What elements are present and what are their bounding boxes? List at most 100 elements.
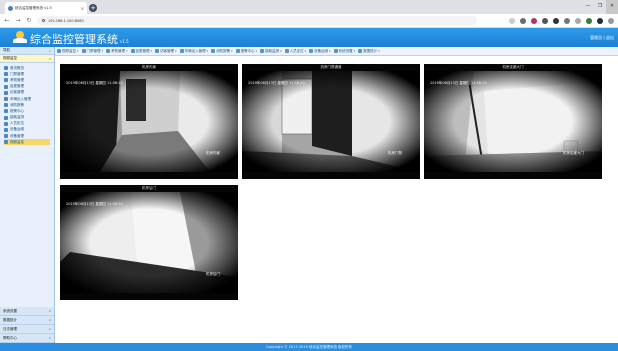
sidebar-item-label: 考勤管理 [10, 77, 24, 82]
toolbar-item-label: 系统设置 [338, 48, 353, 53]
star-icon[interactable] [509, 17, 515, 24]
menu-item-icon [333, 49, 338, 53]
back-icon[interactable]: ← [4, 17, 10, 24]
sidebar-item-label: 设备管理 [10, 133, 24, 138]
extension-icon[interactable] [531, 17, 537, 24]
menu-item-icon [155, 49, 160, 53]
camera-panel-1[interactable]: 机房内景 2019年06月13日 星期四 11:56:20 机房内景 [60, 64, 238, 179]
new-tab-button[interactable]: + [89, 4, 97, 12]
extension-icon[interactable] [586, 17, 592, 24]
app-title: 综合监控管理系统 v1.5 [30, 31, 129, 47]
menu-icon[interactable] [608, 17, 614, 24]
url-field[interactable]: 192.168.1.100:8080 [37, 16, 477, 25]
extension-icon[interactable] [542, 17, 548, 24]
logo-icon [13, 31, 27, 44]
sidebar-item-label: 访客管理 [10, 90, 24, 95]
sidebar-section-label: 日志管理 [3, 326, 17, 331]
toolbar-menu-item[interactable]: 系统设置 ▾ [333, 48, 356, 54]
camera-feed: 2019年06月13日 星期四 11:56:20 机房后门 [60, 192, 238, 293]
dropdown-icon: ▾ [353, 49, 356, 53]
camera-timestamp: 2019年06月13日 星期四 11:56:20 [430, 81, 487, 85]
toolbar-menu-item[interactable]: 考勤管理 ▾ [106, 49, 128, 54]
toolbar-menu-item[interactable]: 访客管理 ▾ [155, 49, 177, 54]
camera-panel-4[interactable]: 机房后门 2019年06月13日 星期四 11:56:20 机房后门 [60, 185, 238, 300]
toolbar-menu-item[interactable]: 数据统计 ▾ [358, 49, 380, 54]
dropdown-icon: ▾ [378, 49, 380, 53]
camera-caption: 机房门禁通道 [320, 65, 342, 69]
sidebar-item-label: 人员定位 [10, 121, 24, 126]
sidebar-section[interactable]: 系统设置 ∨ [0, 307, 54, 316]
toolbar-menu-item[interactable]: 消防报警 ▾ [211, 49, 233, 54]
toolbar-item-label: 消防报警 [216, 48, 231, 53]
minimize-button[interactable]: — [582, 0, 594, 14]
toolbar-menu-item[interactable]: 车辆出入管理 ▾ [179, 49, 208, 54]
toolbar-item-label: 视频监控 [62, 48, 76, 53]
sidebar-items: 首页概览 门禁管理 考勤管理 巡更管理 访客管理 车辆出入管理 消防报警 报警中心 能耗监测 人员… [0, 63, 54, 146]
extension-icon[interactable] [575, 17, 581, 24]
toolbar-menu-item[interactable]: 报警中心 ▾ [235, 49, 257, 54]
maximize-button[interactable]: ❐ [594, 0, 606, 14]
sidebar-item-label: 设备运维 [10, 127, 24, 132]
toolbar-menu-item[interactable]: 人员定位 ▾ [284, 49, 307, 54]
extension-icon[interactable] [520, 17, 526, 24]
menu-item-icon [358, 49, 363, 53]
sidebar-section[interactable]: 日志管理 ∨ [0, 325, 54, 334]
camera-panel-3[interactable]: 机房走廊大门 2019年06月13日 星期四 11:56:20 机房走廊大门 [424, 64, 602, 179]
sidebar-item-label: 巡更管理 [10, 84, 24, 89]
dropdown-icon: ▾ [126, 49, 128, 53]
close-window-button[interactable]: ✕ [606, 0, 618, 14]
browser-tab[interactable]: 综合监控管理系统 v1.5 × [5, 2, 87, 14]
car-icon [4, 97, 8, 102]
reload-icon[interactable]: ↻ [26, 17, 32, 24]
door-icon [4, 72, 8, 77]
extension-icon[interactable] [564, 17, 570, 24]
home-icon [4, 66, 8, 71]
chevron-down-icon: ∨ [48, 318, 51, 322]
toolbar-menu-item[interactable]: 巡更管理 ▾ [130, 48, 153, 54]
alarm-icon [4, 109, 8, 114]
toolbar-item-label: 访客管理 [160, 48, 175, 53]
dropdown-icon: ▾ [150, 49, 153, 53]
sidebar-section-label: 系统设置 [3, 308, 17, 313]
menu-item-icon [211, 49, 216, 53]
sidebar-item-label: 视频监控 [10, 139, 24, 144]
toolbar-item-label: 能耗监测 [265, 48, 280, 53]
menu-item-icon [284, 49, 289, 53]
toolbar-item-label: 设备运维 [314, 48, 329, 53]
sidebar-bottom-sections: 系统设置 ∨ 数据统计 ∨ 日志管理 ∨ 帮助中心 ∨ [0, 307, 54, 343]
toolbar-menu-item[interactable]: 设备运维 ▾ [309, 49, 331, 54]
dropdown-icon: ▾ [175, 49, 177, 53]
toolbar-item-label: 门禁管理 [86, 48, 101, 53]
menu-item-icon [130, 49, 135, 53]
tab-close-icon[interactable]: × [81, 6, 84, 11]
sidebar: 导航 « 视频监控 ∧ 首页概览 门禁管理 考勤管理 巡更管理 访客管理 车辆出入管理 消防… [0, 47, 55, 343]
gear-icon [4, 134, 8, 139]
collapse-icon[interactable]: « [49, 49, 51, 53]
menu-item-icon [235, 49, 240, 53]
sidebar-item[interactable]: 视频监控 [4, 139, 50, 146]
toolbar-menu-item[interactable]: 门禁管理 ▾ [81, 48, 103, 54]
toolbar-item-label: 数据统计 [363, 48, 378, 53]
sidebar-section-label: 帮助中心 [3, 335, 17, 340]
dropdown-icon: ▾ [231, 49, 233, 53]
favicon-icon [8, 5, 13, 11]
sidebar-header-label: 导航 [3, 48, 10, 52]
toolbar-menu-item[interactable]: 能耗监测 ▾ [260, 49, 282, 54]
sidebar-section[interactable]: 帮助中心 ∨ [0, 334, 54, 343]
chevron-down-icon: ∨ [48, 327, 51, 331]
user-info[interactable]: 管理员 | 退出 [590, 35, 614, 41]
camera-feed: 2019年06月13日 星期四 11:56:20 机房门禁 [242, 71, 420, 172]
extension-icon[interactable] [553, 17, 559, 24]
dropdown-icon: ▾ [280, 49, 282, 53]
forward-icon[interactable]: → [15, 17, 21, 24]
sidebar-section[interactable]: 数据统计 ∨ [0, 316, 54, 325]
patrol-icon [4, 84, 8, 89]
toolbar-item-label: 巡更管理 [135, 48, 150, 53]
profile-avatar[interactable] [597, 17, 603, 24]
dropdown-icon: ▾ [304, 49, 307, 53]
toolbar-menu-item[interactable]: 视频监控 ▾ [57, 49, 79, 54]
camera-caption: 机房后门 [142, 186, 156, 190]
camera-panel-2[interactable]: 机房门禁通道 2019年06月13日 星期四 11:56:20 机房门禁 [242, 64, 420, 179]
sidebar-section-video[interactable]: 视频监控 ∧ [0, 55, 54, 63]
info-icon [42, 19, 45, 22]
